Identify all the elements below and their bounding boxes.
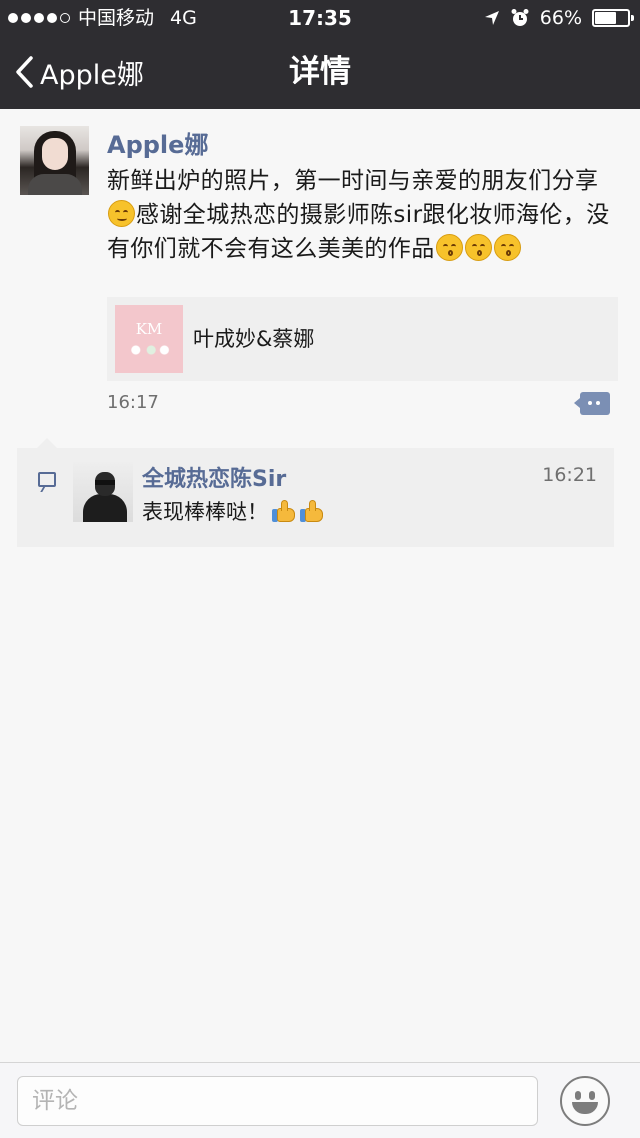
link-title: 叶成妙&蔡娜 [193,327,315,351]
link-thumbnail-text: KM [135,320,163,338]
comment-text: 表现棒棒哒！ [142,496,324,526]
kiss-emoji-icon [435,234,463,261]
kiss-emoji-icon [464,234,492,261]
commenter-avatar[interactable] [73,462,133,522]
back-button[interactable]: Apple娜 [14,50,144,94]
link-thumbnail: KM [115,305,183,373]
shared-link-card[interactable]: KM 叶成妙&蔡娜 [107,297,618,381]
comment-bar [0,1062,640,1138]
navigation-bar: Apple娜 详情 [0,36,640,109]
thumbs-up-emoji-icon [300,499,324,523]
post-text-part2: 感谢全城热恋的摄影师陈sir跟化妆师海伦，没有你们就不会有这么美美的作品 [107,202,610,262]
comment-timestamp: 16:21 [542,464,597,486]
comment-icon [38,472,56,487]
back-button-label: Apple娜 [40,59,144,91]
comment-bubble-icon[interactable] [574,392,610,415]
smiley-face-icon[interactable] [560,1076,610,1126]
author-avatar[interactable] [20,126,89,195]
top-bar: 中国移动 4G 17:35 66% Apple娜 详情 [0,0,640,109]
post-text-part1: 新鲜出炉的照片，第一时间与亲爱的朋友们分享 [107,168,599,194]
status-bar: 中国移动 4G 17:35 66% [0,0,640,36]
thumbs-up-emoji-icon [272,499,296,523]
post-timestamp: 16:17 [107,392,159,413]
comment-text-content: 表现棒棒哒！ [142,500,268,524]
comments-section: 全城热恋陈Sir 16:21 表现棒棒哒！ [17,438,614,547]
battery-percent: 66% [539,7,582,29]
chevron-left-icon [16,56,33,88]
kiss-emoji-icon [493,234,521,261]
status-right: 66% [484,0,634,36]
smile-emoji-icon [108,200,135,227]
post-author-name[interactable]: Apple娜 [107,125,208,160]
battery-icon [592,9,634,27]
comment-input[interactable] [17,1076,538,1126]
battery-fill [595,12,617,24]
commenter-name[interactable]: 全城热恋陈Sir [142,461,286,493]
post-text: 新鲜出炉的照片，第一时间与亲爱的朋友们分享感谢全城热恋的摄影师陈sir跟化妆师海… [107,164,622,266]
location-arrow-icon [484,11,499,25]
alarm-clock-icon [511,9,529,26]
